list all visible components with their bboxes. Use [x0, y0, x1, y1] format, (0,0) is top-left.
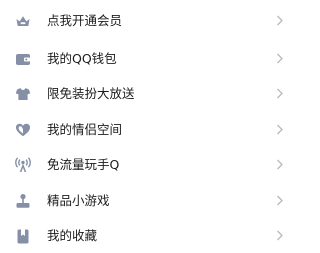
- signal-tower-icon: [15, 157, 31, 173]
- menu-item-free-data[interactable]: 免流量玩手Q: [0, 147, 300, 182]
- menu-item-label: 精品小游戏: [47, 193, 110, 208]
- menu-item-mini-games[interactable]: 精品小游戏: [0, 183, 300, 218]
- settings-menu: 点我开通会员 我的QQ钱包 限免装扮大放送 我的情侣空间 免流量玩手Q 精品小游…: [0, 0, 300, 244]
- menu-item-label: 我的情侣空间: [47, 122, 123, 137]
- chevron-right-icon: [276, 159, 284, 170]
- wallet-icon: [15, 51, 31, 67]
- menu-item-wallet[interactable]: 我的QQ钱包: [0, 41, 300, 76]
- menu-item-couple-space[interactable]: 我的情侣空间: [0, 112, 300, 147]
- menu-item-label: 免流量玩手Q: [47, 157, 120, 172]
- menu-item-free-outfits[interactable]: 限免装扮大放送: [0, 76, 300, 111]
- chevron-right-icon: [276, 88, 284, 99]
- chevron-right-icon: [276, 195, 284, 206]
- menu-item-favorites[interactable]: 我的收藏: [0, 218, 300, 253]
- menu-item-label: 我的QQ钱包: [47, 51, 117, 66]
- menu-item-label: 我的收藏: [47, 228, 98, 243]
- chevron-right-icon: [276, 15, 284, 26]
- chevron-right-icon: [276, 230, 284, 241]
- crown-icon: [15, 13, 31, 29]
- bookmark-icon: [15, 228, 31, 244]
- menu-item-membership[interactable]: 点我开通会员: [0, 3, 300, 38]
- chevron-right-icon: [276, 53, 284, 64]
- chevron-right-icon: [276, 124, 284, 135]
- tshirt-icon: [15, 86, 31, 102]
- joystick-icon: [15, 193, 31, 209]
- menu-item-label: 点我开通会员: [47, 13, 123, 28]
- menu-item-label: 限免装扮大放送: [47, 86, 135, 101]
- heart-icon: [15, 122, 31, 138]
